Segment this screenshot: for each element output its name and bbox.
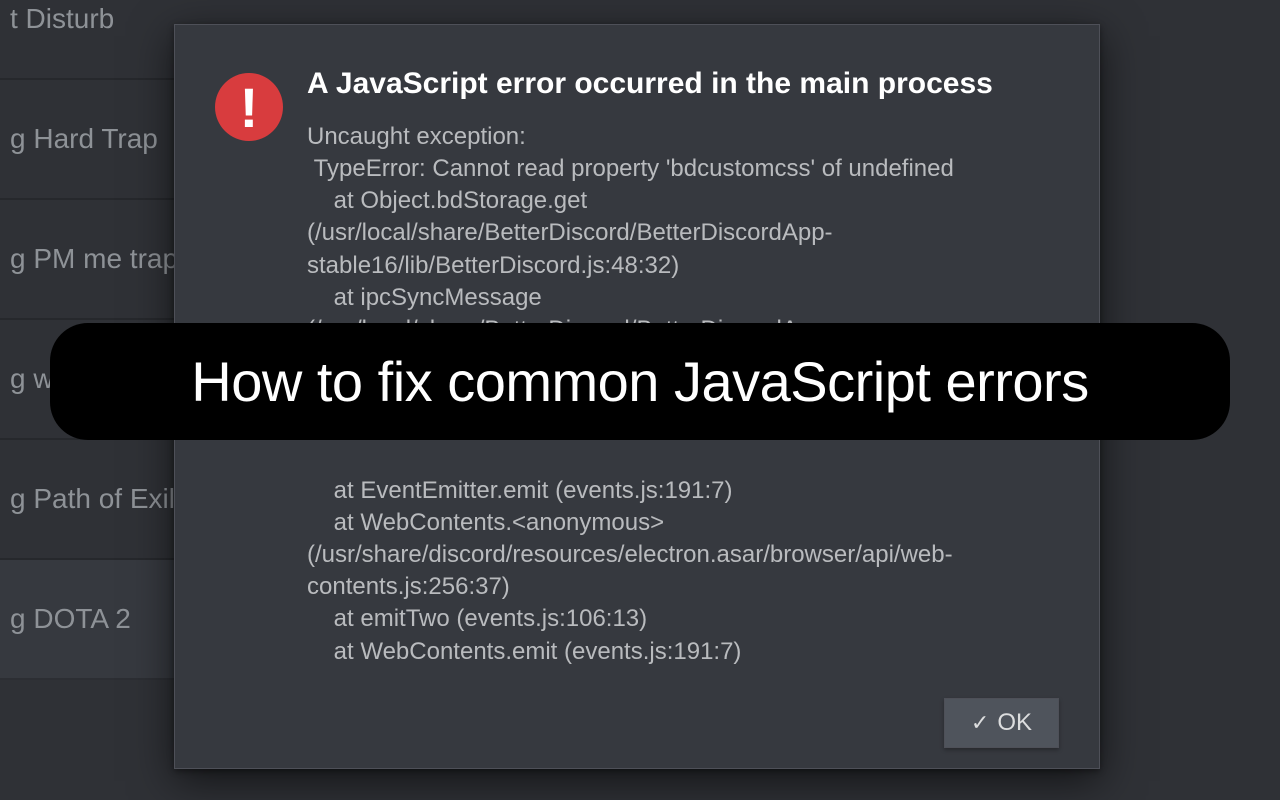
overlay-caption: How to fix common JavaScript errors — [50, 323, 1230, 440]
overlay-text: How to fix common JavaScript errors — [191, 350, 1088, 413]
sidebar-item-label: g DOTA 2 — [10, 603, 131, 635]
error-icon-glyph: ! — [240, 75, 259, 140]
dialog-title: A JavaScript error occurred in the main … — [307, 67, 1059, 101]
app-background: t Disturb g Hard Trap g PM me trap g wit… — [0, 0, 1280, 800]
sidebar-item-label: g Path of Exil — [10, 483, 175, 515]
sidebar-item-label: t Disturb — [10, 3, 114, 35]
error-alert-icon: ! — [215, 73, 283, 141]
sidebar-item-label: g Hard Trap — [10, 123, 158, 155]
ok-button[interactable]: ✓ OK — [944, 698, 1059, 748]
sidebar-item-label: g PM me trap — [10, 243, 178, 275]
dialog-footer: ✓ OK — [215, 686, 1059, 748]
ok-button-label: OK — [997, 709, 1032, 737]
check-icon: ✓ — [971, 710, 989, 736]
